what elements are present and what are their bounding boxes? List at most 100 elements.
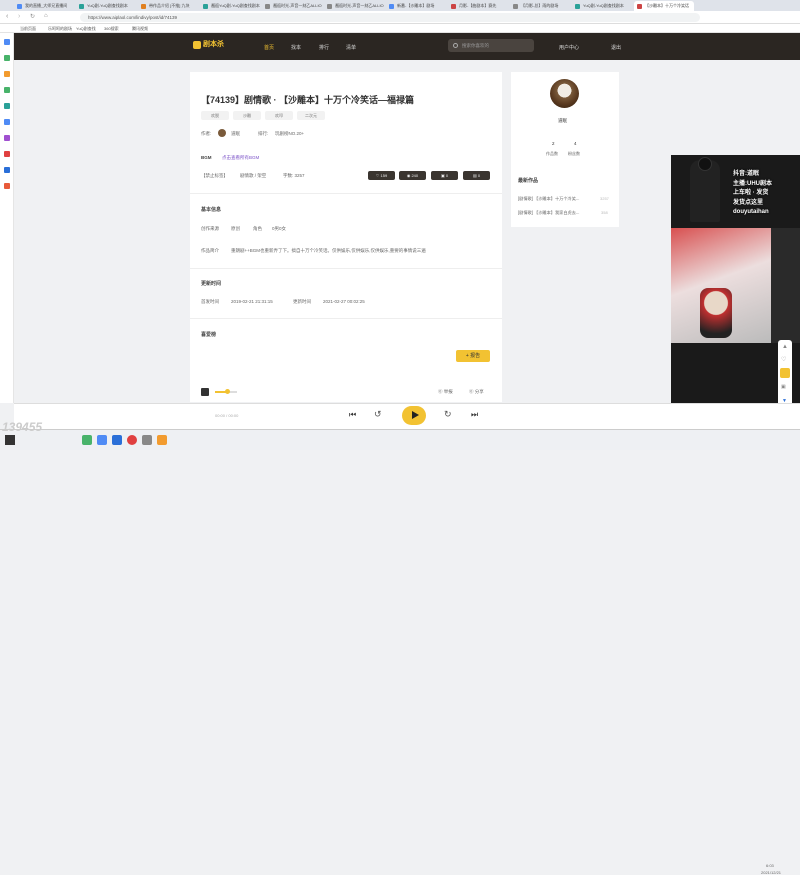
source-label: 创作来源 [201,226,219,231]
fans-count: 4 [574,141,577,146]
author-avatar[interactable] [218,129,226,137]
rewind-icon[interactable]: ↺ [374,409,382,420]
app-icon[interactable] [4,55,10,61]
share-link[interactable]: ⓪ 分享 [469,389,484,395]
browser-tab[interactable]: 【月影-总】雨的剧场 [510,1,570,11]
taskbar-app-icon[interactable] [97,435,107,445]
play-button[interactable] [402,406,426,425]
report-link-label: 举报 [443,389,453,394]
app-icon[interactable] [4,151,10,157]
browser-tab[interactable]: 带作品介绍 [不推] 九块 [138,1,198,11]
app-icon[interactable] [4,167,10,173]
report-button[interactable]: + 报告 [456,350,490,362]
chevron-up-icon[interactable]: ▲ [782,344,788,350]
nav-home[interactable]: 首页 [264,44,274,51]
browser-tab[interactable]: YuQ剧-YuQ剧查找剧本 [76,1,136,11]
stat-value: 0 [445,173,449,178]
url-field[interactable]: https://www.aiplaol.com/lindivy/post/id/… [80,13,700,22]
tab-favicon-icon [513,4,518,9]
latest-item[interactable]: [剧情歌] 【沙雕本】我家白虎去... [518,210,579,216]
forward-icon[interactable]: › [18,13,20,20]
next-icon[interactable]: ⏭ [471,410,478,420]
browser-tab[interactable]: 邂逅时光-声音一刻乙ALLIO [262,1,322,11]
bookmark-item[interactable]: YuQ剧查找 [76,24,96,33]
tab-favicon-icon [575,4,580,9]
forward-icon[interactable]: ↻ [444,409,452,420]
overlay-line: 主播:UHU剧本 [733,180,772,187]
update-heading: 更新时间 [201,281,222,287]
overlay-line: douyutaihan [733,209,769,215]
player-time: 00:00 / 00:00 [215,413,239,418]
browser-tab[interactable]: 【沙雕本】十万个冷笑话 [634,1,694,11]
search-input[interactable]: 搜索你喜欢的 [448,39,534,52]
taskbar-app-icon[interactable] [82,435,92,445]
browser-tab[interactable]: 邂逅YuQ剧-YuQ剧查找剧本 [200,1,260,11]
app-icon[interactable] [4,183,10,189]
taskbar-app-icon[interactable] [127,435,137,445]
author-label: 作者: [201,131,212,136]
taskbar-app-icon[interactable] [112,435,122,445]
comment-count[interactable]: ▣ 0 [431,171,458,180]
home-icon[interactable]: ⌂ [44,13,48,19]
app-icon[interactable] [4,71,10,77]
figure-toy [700,288,732,338]
site-header [14,33,800,60]
taskbar: 6:03 2021/12/21 [0,429,800,875]
user-center-link[interactable]: 用户中心 [559,44,579,51]
site-logo[interactable]: 剧本杀 [193,39,235,51]
author-name[interactable]: 道眠 [231,131,240,137]
prev-icon[interactable]: ⏮ [349,410,356,420]
taskbar-app-icon[interactable] [157,435,167,445]
nav-rank[interactable]: 排行 [319,44,329,51]
author-avatar-large[interactable] [550,79,579,108]
sidebar-author-name[interactable]: 道眠 [558,118,567,124]
rank-value: 玩剧榜NO.20+ [275,131,305,136]
browser-tab[interactable]: 月影-【曲剧本】赛先 [448,1,508,11]
taskbar-time: 6:03 [766,863,774,868]
app-icon[interactable] [4,103,10,109]
overlay-line: 上车啦 · 发货 [733,190,769,196]
bookmark-item[interactable]: 腾讯视频 [132,24,148,33]
browser-tab[interactable]: 我的直播_大师兄直播间 [14,1,74,11]
app-icon[interactable] [4,39,10,45]
tag[interactable]: 欢叩 [265,111,293,120]
share-count[interactable]: ▤ 0 [463,171,490,180]
tool-icon[interactable] [780,368,790,378]
browser-tab-label: 邂逅YuQ剧-YuQ剧查找剧本 [211,3,260,8]
back-icon[interactable]: ‹ [6,13,8,20]
bookmark-item[interactable]: 当前页面 [20,24,36,33]
report-link[interactable]: ⓪ 举报 [438,389,453,395]
app-icon[interactable] [4,87,10,93]
bookmark-icon[interactable]: ▣ [781,384,786,390]
start-icon[interactable] [5,435,15,445]
logout-link[interactable]: 退出 [611,44,621,51]
tag[interactable]: 二次元 [297,111,325,120]
bookmark-item[interactable]: 360搜索 [104,24,119,33]
volume-knob[interactable] [225,389,230,394]
like-count[interactable]: ♡ 159 [368,171,395,180]
tag[interactable]: 欢脱 [201,111,229,120]
works-count: 2 [552,141,555,146]
app-icon[interactable] [4,135,10,141]
browser-tab[interactable]: 邂逅时光-声音一刻乙ALLIO [324,1,384,11]
search-placeholder: 搜索你喜欢的 [462,43,489,48]
browser-tab[interactable]: YuQ剧-YuQ剧查找剧本 [572,1,632,11]
view-count[interactable]: ◉ 240 [399,171,426,180]
nav-find[interactable]: 找本 [291,44,301,51]
roles-value: 0男0女 [272,226,287,231]
bookmark-item[interactable]: 乐呵呵的剧场 [48,24,72,33]
updated-value: 2021-02-27 00:02:25 [323,299,365,304]
taskbar-app-icon[interactable] [142,435,152,445]
roles-label: 角色 [253,226,262,231]
reload-icon[interactable]: ↻ [30,13,35,20]
music-icon[interactable] [201,388,209,396]
share-link-label: 分享 [474,389,484,394]
latest-item[interactable]: [剧情歌] 【沙雕本】十万个冷笑... [518,196,579,202]
works-label: 作品数 [546,151,558,156]
bgm-link[interactable]: 点击查看所有BGM [222,155,259,161]
tag[interactable]: 沙雕 [233,111,261,120]
heart-icon[interactable]: ♡ [781,356,786,363]
nav-list[interactable]: 清单 [346,44,356,51]
app-icon[interactable] [4,119,10,125]
browser-tab[interactable]: 新番-【沙雕本】剧场 [386,1,446,11]
